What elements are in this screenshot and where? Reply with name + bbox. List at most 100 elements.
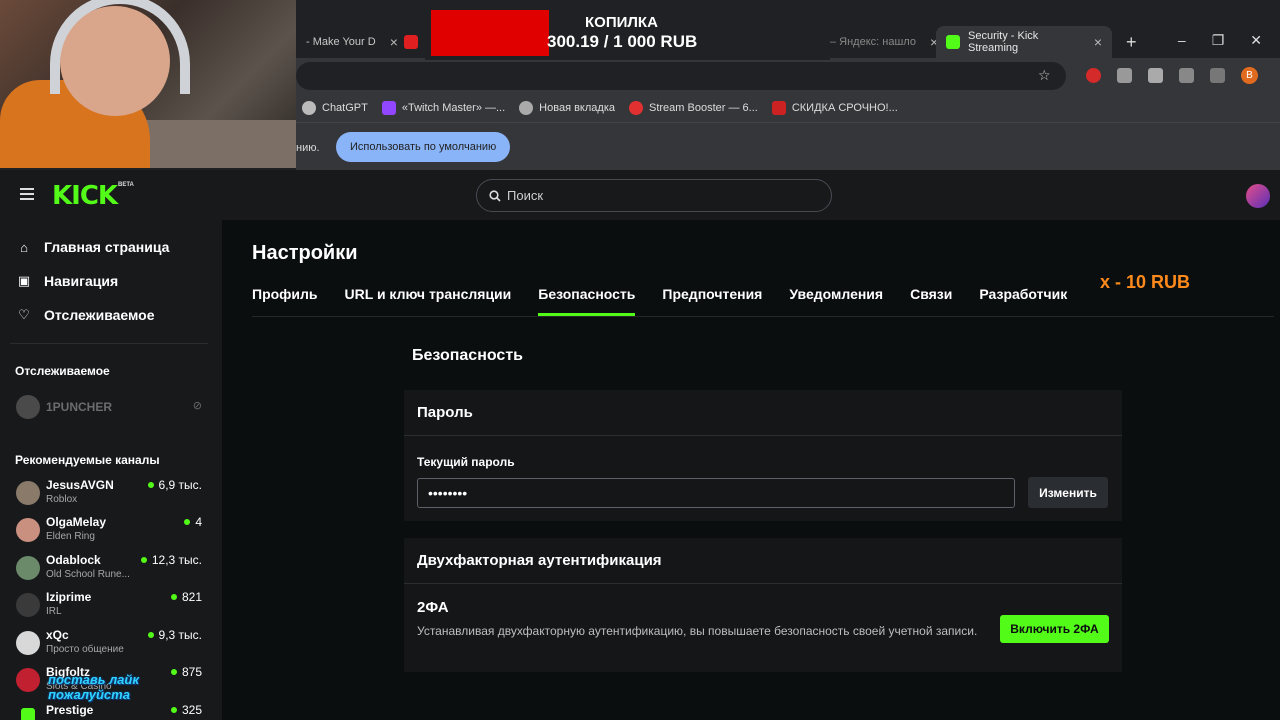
search-input[interactable] — [507, 188, 807, 203]
default-browser-infobar: нию. Использовать по умолчанию — [296, 122, 1280, 170]
password-heading: Пароль — [404, 390, 1122, 436]
set-default-button[interactable]: Использовать по умолчанию — [336, 132, 511, 162]
browse-icon: ▣ — [17, 273, 31, 288]
enable-2fa-button[interactable]: Включить 2ФА — [1000, 615, 1109, 643]
live-dot-icon — [170, 594, 177, 600]
shield-icon — [771, 101, 786, 115]
live-dot-icon — [140, 557, 147, 563]
tab-profile[interactable]: Профиль — [252, 286, 318, 316]
browser-tab-active[interactable]: Security - Kick Streaming × — [936, 26, 1112, 58]
twofa-card: Двухфакторная аутентификация 2ФА Устанав… — [404, 538, 1122, 672]
kick-logo[interactable]: KICK — [52, 181, 118, 211]
tab-preferences[interactable]: Предпочтения — [662, 286, 762, 316]
twofa-heading: Двухфакторная аутентификация — [404, 538, 1122, 584]
change-password-button[interactable]: Изменить — [1028, 477, 1108, 508]
recommended-channel[interactable]: Prestige 325 — [16, 703, 206, 720]
puzzle-icon[interactable] — [1179, 68, 1194, 83]
tab-label: Security - Kick Streaming — [968, 30, 1039, 54]
sidebar-item-browse[interactable]: ▣ Навигация — [16, 273, 118, 289]
browser-tab-2[interactable] — [394, 26, 428, 58]
password-card: Пароль Текущий пароль Изменить — [404, 390, 1122, 521]
recommended-channel[interactable]: JesusAVGN Roblox 6,9 тыс. — [16, 478, 206, 512]
recommended-channel[interactable]: Iziprime IRL 821 — [16, 590, 206, 624]
address-bar[interactable] — [296, 62, 1066, 90]
settings-tabs: Профиль URL и ключ трансляции Безопаснос… — [252, 286, 1067, 316]
yandex-icon — [404, 35, 418, 49]
live-dot-icon — [170, 707, 177, 713]
recommended-channel[interactable]: OlgaMelay Elden Ring 4 — [16, 515, 206, 549]
current-password-input[interactable] — [417, 478, 1015, 508]
section-title: Безопасность — [412, 347, 523, 364]
search-icon — [489, 189, 501, 202]
twitch-icon — [381, 101, 396, 115]
new-tab-icon[interactable]: + — [1126, 32, 1137, 53]
eye-off-icon: ⊘ — [192, 400, 202, 412]
browser-toolbar: ☆ B — [296, 58, 1280, 94]
headset-icon — [50, 0, 190, 94]
webcam-overlay — [0, 0, 296, 168]
sidebar-item-following[interactable]: ♡ Отслеживаемое — [16, 307, 154, 323]
tab-connections[interactable]: Связи — [910, 286, 952, 316]
tab-stream-key[interactable]: URL и ключ трансляции — [345, 286, 512, 316]
recommended-section-title: Рекомендуемые каналы — [15, 453, 160, 467]
minimize-icon[interactable]: – — [1178, 32, 1186, 48]
page-title: Настройки — [252, 242, 358, 264]
heart-icon: ♡ — [18, 307, 30, 322]
tab-security[interactable]: Безопасность — [538, 286, 636, 316]
window-controls: – ❐ ✕ — [1178, 22, 1280, 58]
live-dot-icon — [147, 482, 154, 488]
channel-avatar — [16, 631, 40, 655]
donation-amount: 300.19 / 1 000 RUB — [547, 32, 698, 51]
browser-tab-1[interactable]: - Make Your D × — [296, 26, 408, 58]
twofa-description: Устанавливая двухфакторную аутентификаци… — [417, 624, 978, 638]
channel-avatar — [16, 556, 40, 580]
close-window-icon[interactable]: ✕ — [1250, 32, 1262, 49]
channel-avatar — [16, 593, 40, 617]
channel-avatar — [16, 668, 40, 692]
bookmark-stream-booster[interactable]: Stream Booster — 6... — [629, 101, 758, 115]
search-box[interactable] — [476, 179, 832, 212]
bookmark-star-icon[interactable]: ☆ — [1038, 67, 1051, 84]
recommended-channel[interactable]: xQc Просто общение 9,3 тыс. — [16, 628, 206, 662]
profile-icon[interactable]: B — [1241, 67, 1258, 84]
twofa-title: 2ФА — [417, 599, 449, 616]
tab-notifications[interactable]: Уведомления — [789, 286, 883, 316]
donation-goal-widget: КОПИЛКА 300.19 / 1 000 RUB — [425, 4, 830, 60]
channel-avatar — [16, 395, 40, 419]
site-header: KICK BETA — [0, 170, 1280, 220]
extension-icon[interactable] — [1148, 68, 1163, 83]
bookmarks-bar: ChatGPT «Twitch Master» —... Новая вклад… — [296, 94, 1280, 122]
following-section-title: Отслеживаемое — [15, 364, 110, 378]
donation-progress-bar — [431, 10, 549, 56]
divider — [10, 343, 208, 344]
chatgpt-icon — [302, 101, 316, 115]
bookmark-twitch-master[interactable]: «Twitch Master» —... — [381, 101, 505, 115]
recommended-channel[interactable]: Odablock Old School Rune... 12,3 тыс. — [16, 553, 206, 587]
tab-developer[interactable]: Разработчик — [979, 286, 1067, 316]
tabs-divider — [252, 316, 1274, 317]
sidebar: ⌂ Главная страница ▣ Навигация ♡ Отслежи… — [0, 220, 222, 720]
sidebar-item-home[interactable]: ⌂ Главная страница — [16, 239, 169, 255]
bookmark-new-tab[interactable]: Новая вкладка — [519, 101, 615, 115]
tab-label: - Make Your D — [306, 36, 376, 48]
stream-overlay-text: поставь лайк пожалуйста — [48, 672, 139, 702]
stream-promo-overlay: x - 10 RUB — [1100, 272, 1191, 292]
channel-avatar — [16, 518, 40, 542]
screen: - Make Your D × Олегон – Яндекс: нашло ×… — [0, 0, 1280, 720]
donation-title: КОПИЛКА — [585, 14, 658, 31]
bookmark-chatgpt[interactable]: ChatGPT — [302, 101, 368, 115]
extension-icon[interactable] — [1117, 68, 1132, 83]
live-dot-icon — [184, 519, 191, 525]
bookmark-discount[interactable]: СКИДКА СРОЧНО!... — [771, 101, 898, 115]
close-icon[interactable]: × — [1094, 34, 1102, 50]
infobar-text: нию. — [296, 142, 320, 154]
extension-icon[interactable] — [1086, 68, 1101, 83]
live-dot-icon — [147, 632, 154, 638]
user-avatar[interactable] — [1246, 184, 1270, 208]
following-channel-offline[interactable]: 1PUNCHER ⊘ — [16, 395, 206, 419]
media-icon[interactable] — [1210, 68, 1225, 83]
broadcast-icon — [629, 101, 643, 115]
menu-icon[interactable] — [20, 188, 34, 203]
maximize-icon[interactable]: ❐ — [1212, 32, 1225, 49]
channel-avatar — [21, 708, 35, 720]
